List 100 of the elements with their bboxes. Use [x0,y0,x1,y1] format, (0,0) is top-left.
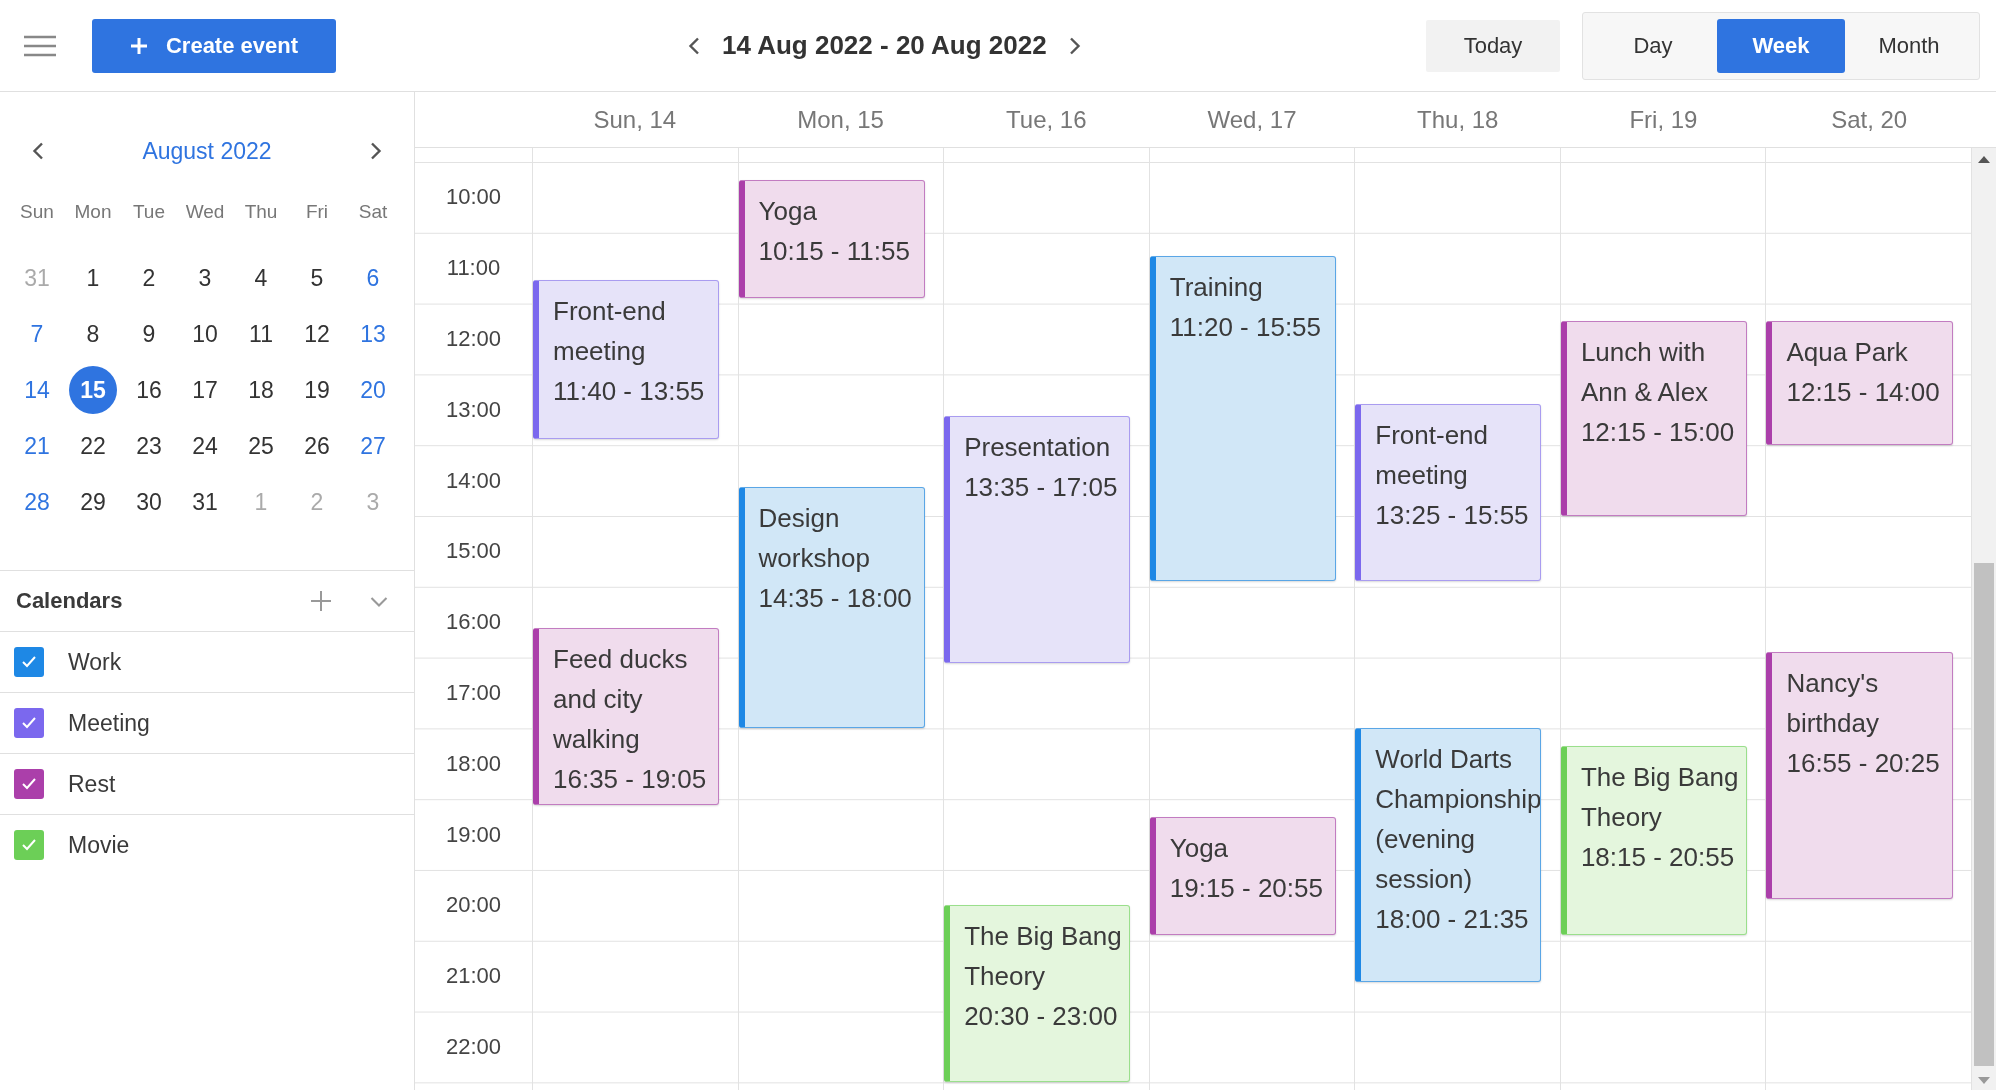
calendar-day[interactable]: 20 [349,366,397,414]
event-card[interactable]: World Darts Championship (evening session) 18:00 - 21:35 [1355,728,1542,983]
hour-label: 13:00 [445,396,502,423]
checkbox[interactable] [14,830,44,860]
event-card[interactable]: Nancy's birthday 16:55 - 20:25 [1766,651,1953,900]
calendar-day[interactable]: 23 [125,422,173,470]
hour-label: 11:00 [446,255,501,282]
calendar-day[interactable]: 19 [293,366,341,414]
event-card[interactable]: Training 11:20 - 15:55 [1149,256,1336,581]
calendar-day[interactable]: 13 [349,310,397,358]
hour-label: 15:00 [445,538,502,565]
weekday-label: Fri [304,200,330,224]
event-card[interactable]: Feed ducks and city walking 16:35 - 19:05 [533,628,720,806]
event-card[interactable]: The Big Bang Theory 20:30 - 23:00 [944,905,1131,1083]
hour-label: 17:00 [445,679,502,706]
checkbox[interactable] [14,708,44,738]
calendar-day[interactable]: 30 [125,478,173,526]
calendar-day[interactable]: 24 [181,422,229,470]
calendar-day[interactable]: 31 [181,478,229,526]
calendar-day[interactable]: 29 [69,478,117,526]
weekday-label: Tue [131,200,166,224]
event-time: 11:40 - 13:55 [553,375,706,408]
event-card[interactable]: The Big Bang Theory 18:15 - 20:55 [1560,746,1748,935]
calendar-day[interactable]: 12 [293,310,341,358]
checkbox[interactable] [14,647,44,677]
calendar-day[interactable]: 15 [69,366,117,414]
view-tab[interactable]: Day [1589,18,1717,73]
event-title: Presentation [964,430,1112,464]
calendar-day[interactable]: 17 [181,366,229,414]
event-card[interactable]: Front-end meeting 13:25 - 15:55 [1355,403,1542,581]
calendar-day[interactable]: 10 [181,310,229,358]
checkbox[interactable] [14,769,44,799]
calendar-day[interactable]: 16 [125,366,173,414]
calendar-day[interactable]: 3 [181,254,229,302]
day-header: Fri, 19 [1628,104,1699,135]
hour-label: 19:00 [445,821,502,848]
event-card[interactable]: Lunch with Ann & Alex 12:15 - 15:00 [1560,321,1748,516]
calendar-day[interactable]: 9 [125,310,173,358]
day-header: Sat, 20 [1830,104,1909,135]
event-time: 13:25 - 15:55 [1375,498,1530,532]
event-time: 16:55 - 20:25 [1786,746,1941,780]
create-event-button[interactable]: Create event [92,18,336,73]
event-card[interactable]: Yoga 19:15 - 20:55 [1149,816,1336,935]
weekday-label: Wed [184,200,226,224]
day-header: Thu, 18 [1416,104,1500,135]
event-card[interactable]: Presentation 13:35 - 17:05 [944,415,1131,664]
event-card[interactable]: Aqua Park 12:15 - 14:00 [1766,321,1953,446]
event-title: Front-end meeting [1375,418,1490,492]
hour-label: 16:00 [445,609,502,636]
calendar-day[interactable]: 6 [349,254,397,302]
view-tab[interactable]: Week [1717,18,1845,73]
calendar-day[interactable]: 22 [69,422,117,470]
menu-icon[interactable] [24,34,56,57]
calendar-day[interactable]: 25 [237,422,285,470]
calendar-label: Movie [68,831,130,859]
event-time: 13:35 - 17:05 [964,470,1119,504]
event-time: 11:20 - 15:55 [1169,311,1323,345]
day-header: Sun, 14 [592,104,678,135]
event-card[interactable]: Front-end meeting 11:40 - 13:55 [533,280,720,440]
calendar-day[interactable]: 4 [237,254,285,302]
calendar-day[interactable]: 1 [69,254,117,302]
add-icon[interactable] [310,590,332,612]
weekday-label: Sun [19,200,55,224]
calendar-label: Rest [68,770,116,798]
calendar-day[interactable]: 26 [293,422,341,470]
scroll-up-icon[interactable] [1978,156,1991,163]
event-time: 14:35 - 18:00 [758,581,913,615]
calendar-day[interactable]: 5 [293,254,341,302]
weekday-label: Mon [73,200,113,224]
date-range: 14 Aug 2022 - 20 Aug 2022 [722,30,1047,61]
calendar-day[interactable]: 7 [13,310,61,358]
view-tab[interactable]: Month [1845,18,1973,73]
calendar-day[interactable]: 27 [349,422,397,470]
hour-label: 20:00 [445,892,502,919]
calendar-day[interactable]: 18 [237,366,285,414]
calendar-day[interactable]: 2 [125,254,173,302]
event-time: 12:15 - 15:00 [1580,416,1736,450]
calendar-day[interactable]: 21 [13,422,61,470]
hour-label: 14:00 [445,467,502,494]
event-time: 18:15 - 20:55 [1580,841,1736,875]
calendar-day[interactable]: 28 [13,478,61,526]
scroll-down-icon[interactable] [1978,1077,1991,1084]
event-card[interactable]: Design workshop 14:35 - 18:00 [738,486,925,729]
calendar-label: Meeting [68,709,150,737]
event-title: Yoga [758,194,818,228]
event-time: 12:15 - 14:00 [1786,376,1941,410]
calendar-day[interactable]: 14 [13,366,61,414]
hour-label: 21:00 [445,963,502,990]
calendar-day[interactable]: 8 [69,310,117,358]
calendar-label: Work [68,648,122,676]
event-card[interactable]: Yoga 10:15 - 11:55 [738,179,925,298]
weekday-label: Sat [357,200,389,224]
today-button[interactable]: Today [1426,19,1560,72]
weekday-label: Thu [243,200,279,224]
event-title: Feed ducks and city walking [553,643,689,757]
day-header: Tue, 16 [1005,104,1088,135]
calendar-day[interactable]: 11 [237,310,285,358]
day-header: Wed, 17 [1206,104,1298,135]
scrollbar-thumb[interactable] [1974,563,1995,1066]
event-time: 20:30 - 23:00 [964,1000,1119,1034]
